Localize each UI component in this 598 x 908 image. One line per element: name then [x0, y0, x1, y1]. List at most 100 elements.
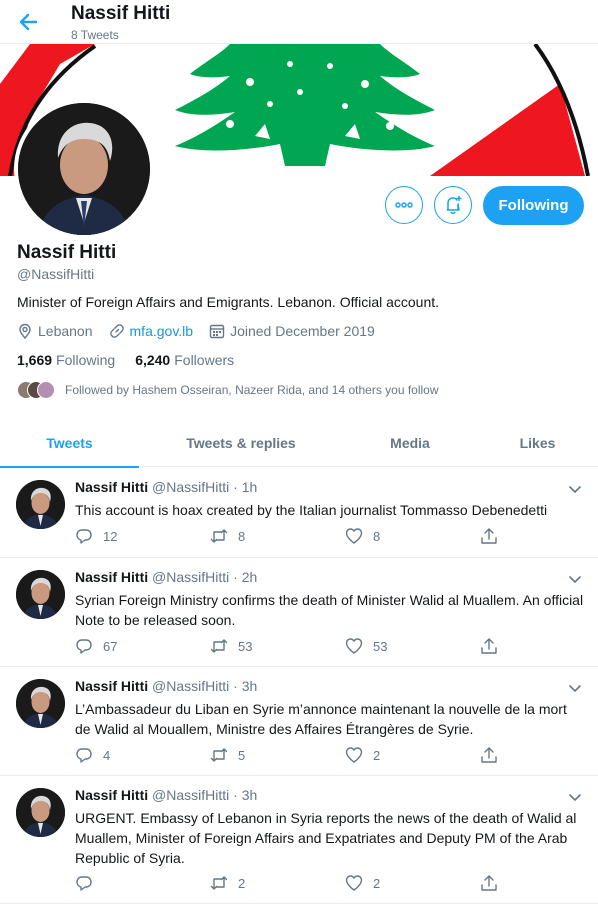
share-button[interactable]: [480, 637, 520, 655]
followers-label: Followers: [174, 352, 235, 368]
reply-icon: [76, 639, 92, 654]
profile-handle: @NassifHitti: [17, 266, 95, 282]
tweet[interactable]: Nassif Hitti @NassifHitti · 3h URGENT. E…: [0, 776, 598, 904]
reply-button[interactable]: 67: [75, 637, 210, 655]
retweet-count: 5: [238, 747, 246, 763]
like-button[interactable]: 2: [345, 874, 480, 892]
join-date: Joined December 2019: [209, 323, 375, 339]
more-options-button[interactable]: [385, 186, 423, 224]
tweet-text: URGENT. Embassy of Lebanon in Syria repo…: [75, 810, 577, 866]
tweet-author-name[interactable]: Nassif Hitti: [75, 678, 148, 694]
like-button[interactable]: 2: [345, 746, 480, 764]
share-icon: [481, 638, 497, 654]
retweet-button[interactable]: 53: [210, 637, 345, 655]
retweet-count: 53: [238, 638, 253, 654]
top-bar: Nassif Hitti 8 Tweets: [0, 0, 598, 44]
tweet-text: L’Ambassadeur du Liban en Syrie m’annonc…: [75, 701, 567, 737]
retweet-button[interactable]: 8: [210, 527, 345, 545]
tweet-author-name[interactable]: Nassif Hitti: [75, 569, 148, 585]
profile-name: Nassif Hitti: [17, 242, 117, 263]
tweet-actions: 12 8 8: [75, 527, 520, 545]
tab-tweets[interactable]: Tweets: [0, 418, 139, 468]
tab-likes[interactable]: Likes: [477, 418, 598, 467]
like-count: 2: [373, 747, 381, 763]
tab-tweets-replies[interactable]: Tweets & replies: [139, 418, 343, 467]
tweet[interactable]: Nassif Hitti @NassifHitti · 2h Syrian Fo…: [0, 558, 598, 667]
followed-by[interactable]: Followed by Hashem Osseiran, Nazeer Rida…: [17, 381, 439, 399]
retweet-button[interactable]: 2: [210, 874, 345, 892]
chevron-down-icon[interactable]: [566, 788, 584, 806]
tweet-time[interactable]: 3h: [242, 787, 258, 803]
heart-icon: [345, 638, 363, 654]
tweet-author-handle: @NassifHitti: [152, 569, 230, 585]
tweet-time[interactable]: 1h: [242, 479, 258, 495]
website[interactable]: mfa.gov.lb: [109, 323, 194, 339]
notifications-button[interactable]: [434, 186, 472, 224]
tab-media[interactable]: Media: [343, 418, 477, 467]
following-button[interactable]: Following: [483, 186, 584, 225]
tweet-author-name[interactable]: Nassif Hitti: [75, 787, 148, 803]
tweet-actions: 4 5 2: [75, 746, 520, 764]
tweet-avatar[interactable]: [16, 788, 65, 837]
tweet-time[interactable]: 3h: [242, 678, 258, 694]
tweet-actions: 67 53 53: [75, 637, 520, 655]
reply-button[interactable]: [75, 874, 210, 892]
tweet-author-handle: @NassifHitti: [152, 787, 230, 803]
tweet-header: Nassif Hitti @NassifHitti · 3h: [75, 678, 258, 694]
reply-count: 4: [103, 747, 111, 763]
tweet[interactable]: Nassif Hitti @NassifHitti · 3h L’Ambassa…: [0, 667, 598, 776]
share-button[interactable]: [480, 527, 520, 545]
following-count: 1,669: [17, 352, 53, 368]
tweet-text: This account is hoax created by the Ital…: [75, 502, 548, 518]
heart-icon: [345, 875, 363, 891]
profile-stats: 1,669 Following 6,240 Followers: [17, 352, 254, 368]
tweet-avatar[interactable]: [16, 480, 65, 529]
tweet-author-name[interactable]: Nassif Hitti: [75, 479, 148, 495]
share-button[interactable]: [480, 746, 520, 764]
tweet-actions: 2 2: [75, 874, 520, 892]
header-title: Nassif Hitti: [71, 3, 171, 24]
reply-button[interactable]: 4: [75, 746, 210, 764]
share-icon: [481, 747, 497, 763]
reply-icon: [76, 876, 92, 891]
tweet-header: Nassif Hitti @NassifHitti · 2h: [75, 569, 258, 585]
reply-button[interactable]: 12: [75, 527, 210, 545]
chevron-down-icon[interactable]: [566, 480, 584, 498]
join-date-text: Joined December 2019: [230, 323, 375, 339]
tweet-text: Syrian Foreign Ministry confirms the dea…: [75, 592, 584, 628]
profile-avatar[interactable]: [14, 99, 154, 239]
like-button[interactable]: 8: [345, 527, 480, 545]
chevron-down-icon[interactable]: [566, 679, 584, 697]
tweet-author-handle: @NassifHitti: [152, 678, 230, 694]
tweet-count: 8 Tweets: [71, 28, 119, 42]
followed-by-text: Followed by Hashem Osseiran, Nazeer Rida…: [65, 383, 439, 397]
tweet-time[interactable]: 2h: [242, 569, 258, 585]
heart-icon: [345, 528, 363, 544]
reply-icon: [76, 529, 92, 544]
share-icon: [481, 528, 497, 544]
like-button[interactable]: 53: [345, 637, 480, 655]
tweet-avatar[interactable]: [16, 570, 65, 619]
share-button[interactable]: [480, 874, 520, 892]
like-count: 53: [373, 638, 388, 654]
retweet-icon: [210, 639, 228, 653]
back-arrow-icon[interactable]: [16, 8, 48, 36]
tweet-header: Nassif Hitti @NassifHitti · 1h: [75, 479, 258, 495]
location-text: Lebanon: [38, 323, 93, 339]
chevron-down-icon[interactable]: [566, 570, 584, 588]
retweet-icon: [210, 529, 228, 543]
followers-stat[interactable]: 6,240 Followers: [135, 352, 234, 368]
retweet-count: 2: [238, 875, 246, 891]
reply-icon: [76, 748, 92, 763]
reply-count: 67: [103, 638, 118, 654]
like-count: 2: [373, 875, 381, 891]
retweet-count: 8: [238, 528, 246, 544]
tweet[interactable]: Nassif Hitti @NassifHitti · 1h This acco…: [0, 468, 598, 558]
following-stat[interactable]: 1,669 Following: [17, 352, 115, 368]
retweet-button[interactable]: 5: [210, 746, 345, 764]
share-icon: [481, 875, 497, 891]
website-link[interactable]: mfa.gov.lb: [130, 323, 194, 339]
link-icon: [109, 323, 125, 339]
mini-avatar: [37, 381, 55, 399]
tweet-avatar[interactable]: [16, 679, 65, 728]
